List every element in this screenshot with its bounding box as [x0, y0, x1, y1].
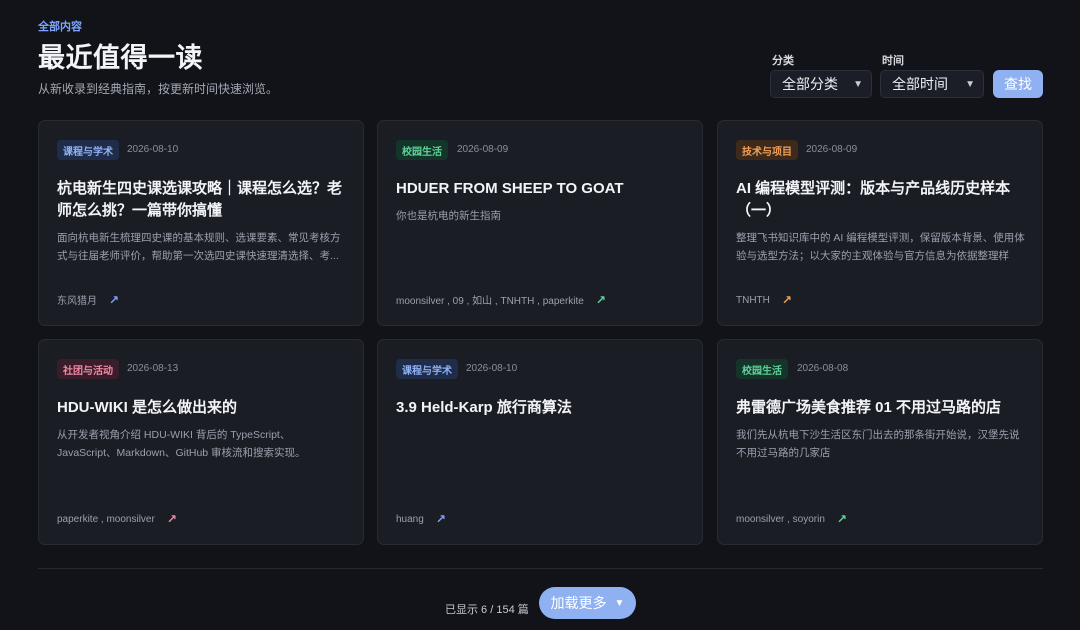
card-authors: moonsilver , 09 , 如山 , TNHTH , paperkite — [396, 296, 584, 307]
time-select-value: 全部时间 — [892, 76, 948, 92]
card-footer: moonsilver , soyorin ↗ — [736, 512, 847, 526]
card-title[interactable]: AI 编程模型评测：版本与产品线历史样本（一） — [736, 178, 1028, 222]
category-select-value: 全部分类 — [782, 76, 838, 92]
category-badge[interactable]: 技术与项目 — [736, 140, 798, 160]
external-link-icon[interactable]: ↗ — [837, 512, 847, 526]
card-description: 面向杭电新生梳理四史课的基本规则、选课要素、常见考核方式与往届老师评价，帮助第一… — [57, 232, 341, 262]
search-button[interactable]: 查找 — [993, 70, 1043, 98]
eyebrow-label: 全部内容 — [38, 21, 82, 33]
card-description: 从开发者视角介绍 HDU-WIKI 背后的 TypeScript、JavaScr… — [57, 429, 306, 459]
card-footer: huang ↗ — [396, 512, 446, 526]
time-select[interactable]: 全部时间 ▼ — [880, 70, 984, 98]
card-title[interactable]: HDUER FROM SHEEP TO GOAT — [396, 178, 688, 200]
card-description: 你也是杭电的新生指南 — [396, 210, 501, 222]
card-date: 2026-08-08 — [797, 363, 849, 374]
card-footer: 东风猎月 ↗ — [57, 292, 119, 308]
card-footer: paperkite , moonsilver ↗ — [57, 512, 177, 526]
card-title[interactable]: 杭电新生四史课选课攻略｜课程怎么选？老师怎么挑？一篇带你搞懂 — [57, 178, 349, 222]
card-date: 2026-08-10 — [466, 363, 518, 374]
card-date: 2026-08-13 — [127, 363, 179, 374]
article-card[interactable]: 课程与学术 2026-08-10 杭电新生四史课选课攻略｜课程怎么选？老师怎么挑… — [38, 120, 364, 326]
external-link-icon[interactable]: ↗ — [596, 293, 606, 307]
chevron-down-icon: ▼ — [614, 597, 625, 609]
card-date: 2026-08-09 — [806, 144, 858, 155]
article-card[interactable]: 技术与项目 2026-08-09 AI 编程模型评测：版本与产品线历史样本（一）… — [717, 120, 1043, 326]
card-authors: 东风猎月 — [57, 296, 97, 307]
category-badge[interactable]: 校园生活 — [736, 359, 788, 379]
card-title[interactable]: HDU-WIKI 是怎么做出来的 — [57, 397, 349, 419]
category-badge[interactable]: 课程与学术 — [57, 140, 119, 160]
page-subtitle: 从新收录到经典指南，按更新时间快速浏览。 — [38, 82, 279, 96]
card-description: 整理飞书知识库中的 AI 编程模型评测，保留版本背景、使用体验与选型方法；以大家… — [736, 232, 1025, 262]
chevron-down-icon: ▼ — [965, 78, 975, 90]
chevron-down-icon: ▼ — [853, 78, 863, 90]
card-authors: TNHTH — [736, 294, 770, 306]
category-badge[interactable]: 课程与学术 — [396, 359, 458, 379]
external-link-icon[interactable]: ↗ — [167, 512, 177, 526]
page-title: 最近值得一读 — [38, 43, 203, 73]
card-title[interactable]: 3.9 Held-Karp 旅行商算法 — [396, 397, 688, 419]
category-badge[interactable]: 校园生活 — [396, 140, 448, 160]
article-card[interactable]: 校园生活 2026-08-08 弗雷德广场美食推荐 01 不用过马路的店 我们先… — [717, 339, 1043, 545]
card-description: 我们先从杭电下沙生活区东门出去的那条街开始说，汉堡先说不用过马路的几家店 — [736, 429, 1020, 459]
category-filter-label: 分类 — [772, 55, 794, 67]
load-more-button[interactable]: 加载更多 ▼ — [539, 587, 636, 619]
card-footer: TNHTH ↗ — [736, 293, 792, 307]
article-card[interactable]: 课程与学术 2026-08-10 3.9 Held-Karp 旅行商算法 hua… — [377, 339, 703, 545]
footer-divider — [38, 568, 1043, 569]
card-date: 2026-08-10 — [127, 144, 179, 155]
card-authors: paperkite , moonsilver — [57, 513, 155, 525]
card-footer: moonsilver , 09 , 如山 , TNHTH , paperkite… — [396, 292, 606, 308]
external-link-icon[interactable]: ↗ — [109, 293, 119, 307]
card-date: 2026-08-09 — [457, 144, 509, 155]
external-link-icon[interactable]: ↗ — [782, 293, 792, 307]
external-link-icon[interactable]: ↗ — [436, 512, 446, 526]
result-count: 已显示 6 / 154 篇 — [445, 604, 529, 616]
card-authors: moonsilver , soyorin — [736, 513, 825, 525]
article-card[interactable]: 校园生活 2026-08-09 HDUER FROM SHEEP TO GOAT… — [377, 120, 703, 326]
category-select[interactable]: 全部分类 ▼ — [770, 70, 872, 98]
load-more-label: 加载更多 — [550, 595, 607, 611]
card-title[interactable]: 弗雷德广场美食推荐 01 不用过马路的店 — [736, 397, 1028, 419]
card-authors: huang — [396, 513, 424, 525]
category-badge[interactable]: 社团与活动 — [57, 359, 119, 379]
article-card[interactable]: 社团与活动 2026-08-13 HDU-WIKI 是怎么做出来的 从开发者视角… — [38, 339, 364, 545]
time-filter-label: 时间 — [882, 55, 904, 67]
